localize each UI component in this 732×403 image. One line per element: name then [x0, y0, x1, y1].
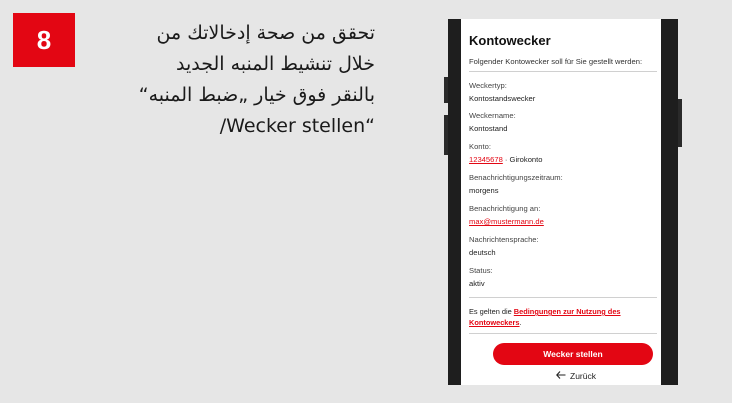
terms-prefix: Es gelten die: [469, 307, 514, 316]
field-value-sprache: deutsch: [469, 248, 496, 257]
phone-screen: Kontowecker Folgender Kontowecker soll f…: [461, 19, 661, 385]
field-label-sprache: Nachrichtensprache:: [469, 235, 539, 244]
phone-side-button: [678, 99, 682, 147]
divider: [469, 297, 657, 298]
field-value-zeitraum: morgens: [469, 186, 499, 195]
field-label-konto: Konto:: [469, 142, 491, 151]
back-link-label: Zurück: [570, 371, 596, 381]
field-label-weckername: Weckername:: [469, 111, 516, 120]
account-type: · Girokonto: [502, 155, 543, 164]
field-value-konto: 12345678 · Girokonto: [469, 155, 542, 164]
instruction-line: بالنقر فوق خيار „ضبط المنبه“: [138, 84, 375, 106]
field-label-status: Status:: [469, 266, 493, 275]
phone-side-button: [444, 115, 448, 155]
field-label-weckertyp: Weckertyp:: [469, 81, 507, 90]
back-link[interactable]: Zurück: [556, 371, 596, 381]
wecker-stellen-label: Wecker stellen: [543, 349, 603, 359]
terms-note: Es gelten die Bedingungen zur Nutzung de…: [469, 306, 657, 328]
field-value-weckertyp: Kontostandswecker: [469, 94, 536, 103]
step-number-badge: 8: [13, 13, 75, 67]
terms-suffix: .: [519, 318, 522, 327]
phone-side-button: [444, 77, 448, 103]
email-link[interactable]: max@mustermann.de: [469, 217, 544, 226]
field-label-benachrichtigung: Benachrichtigung an:: [469, 204, 541, 213]
account-number-link[interactable]: 12345678: [469, 155, 503, 164]
page-subtitle: Folgender Kontowecker soll für Sie geste…: [469, 57, 643, 66]
instruction-line: “Wecker stellen/: [219, 115, 375, 137]
step-number: 8: [36, 24, 52, 55]
arrow-left-icon: [556, 371, 566, 381]
divider: [469, 71, 657, 72]
phone-frame: Kontowecker Folgender Kontowecker soll f…: [444, 19, 682, 385]
field-label-zeitraum: Benachrichtigungszeitraum:: [469, 173, 563, 182]
field-value-benachrichtigung: max@mustermann.de: [469, 217, 544, 226]
field-value-weckername: Kontostand: [469, 124, 508, 133]
page-title: Kontowecker: [469, 33, 551, 48]
divider: [469, 333, 657, 334]
wecker-stellen-button[interactable]: Wecker stellen: [493, 343, 653, 365]
field-value-status: aktiv: [469, 279, 485, 288]
instruction-text: تحقق من صحة إدخالاتك من خلال تنشيط المنب…: [110, 18, 375, 142]
instruction-line: تحقق من صحة إدخالاتك من: [156, 22, 375, 44]
instruction-line: خلال تنشيط المنبه الجديد: [175, 53, 375, 75]
